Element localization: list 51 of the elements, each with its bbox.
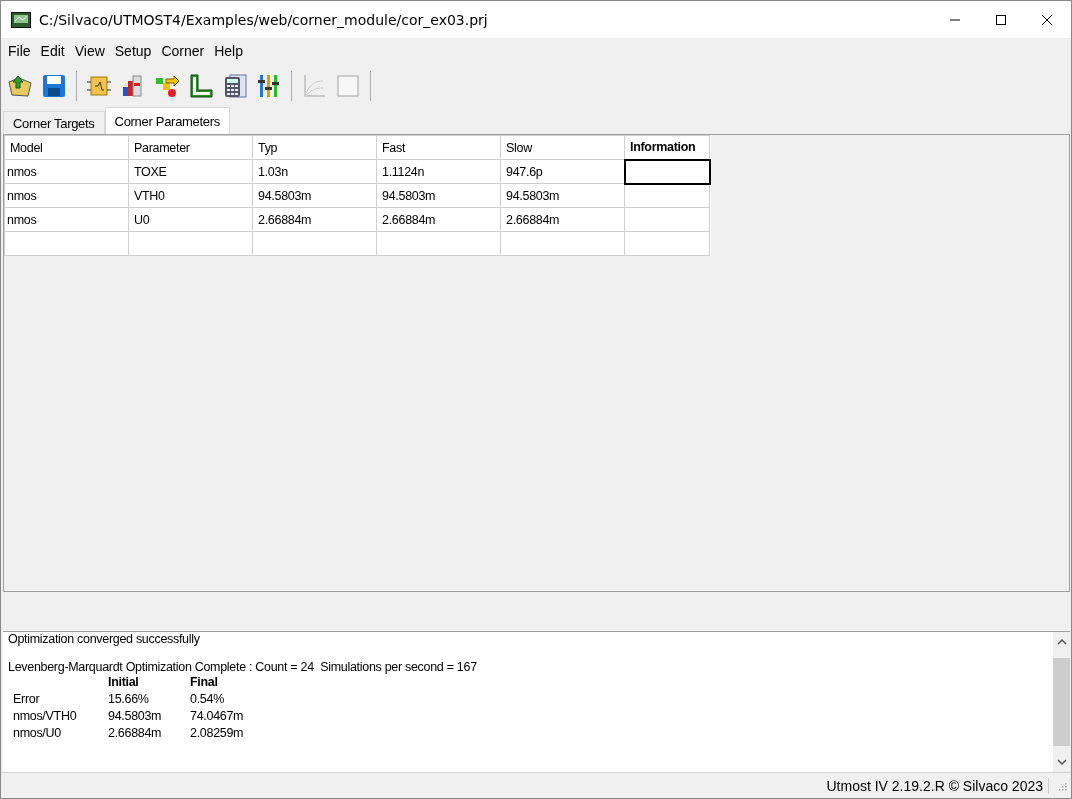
- table-cell: 1.03n: [252, 159, 377, 184]
- result-value: 15.66%: [108, 691, 150, 708]
- result-value: Error: [13, 691, 41, 708]
- menu-item[interactable]: Edit: [40, 43, 65, 59]
- scroll-up-icon[interactable]: [1056, 638, 1067, 646]
- table-cell: 94.5803m: [500, 183, 625, 208]
- column-header[interactable]: Slow: [500, 135, 625, 160]
- close-icon[interactable]: [1041, 13, 1053, 26]
- result-header: Initial: [108, 674, 140, 691]
- column-header[interactable]: Fast: [376, 135, 501, 160]
- information-cell[interactable]: [624, 159, 710, 184]
- result-value: 2.66884m: [108, 725, 163, 742]
- tab[interactable]: Corner Targets: [3, 111, 105, 134]
- resize-grip-icon[interactable]: [1057, 781, 1067, 791]
- table-cell: U0: [128, 207, 253, 232]
- status-text: Utmost IV 2.19.2.R © Silvaco 2023: [826, 778, 1049, 794]
- scroll-thumb[interactable]: [1053, 658, 1070, 746]
- result-value: 74.0467m: [190, 708, 245, 725]
- menu-item[interactable]: Help: [214, 43, 243, 59]
- app-icon: [11, 11, 31, 28]
- scroll-down-icon[interactable]: [1056, 758, 1067, 766]
- result-value: 0.54%: [190, 691, 225, 708]
- menu-item[interactable]: Corner: [161, 43, 205, 59]
- vertical-scrollbar[interactable]: [1053, 632, 1070, 772]
- result-value: nmos/U0: [13, 725, 62, 742]
- table-cell: VTH0: [128, 183, 253, 208]
- table-cell: 2.66884m: [252, 207, 377, 232]
- maximize-icon[interactable]: [995, 13, 1007, 26]
- menu-item[interactable]: Setup: [114, 43, 152, 59]
- column-header[interactable]: Model: [4, 135, 129, 160]
- log-line: Levenberg-Marquardt Optimization Complete : Count = 24 Simulations per second = 167: [8, 660, 478, 674]
- table-cell: TOXE: [128, 159, 253, 184]
- table-cell: nmos: [4, 159, 129, 184]
- table-cell: 2.66884m: [500, 207, 625, 232]
- window-title: C:/Silvaco/UTMOST4/Examples/web/corner_module/cor_ex03.prj: [39, 11, 488, 28]
- column-header[interactable]: Typ: [252, 135, 377, 160]
- table-cell: 94.5803m: [252, 183, 377, 208]
- result-value: nmos/VTH0: [13, 708, 78, 725]
- menu-item[interactable]: View: [74, 43, 105, 59]
- column-header[interactable]: Parameter: [128, 135, 253, 160]
- tab[interactable]: Corner Parameters: [104, 107, 230, 134]
- table-cell: nmos: [4, 183, 129, 208]
- result-value: 94.5803m: [108, 708, 163, 725]
- result-header: Final: [190, 674, 219, 691]
- result-value: 2.08259m: [190, 725, 245, 742]
- table-cell: 94.5803m: [376, 183, 501, 208]
- menu-item[interactable]: File: [8, 43, 31, 59]
- table-cell: 2.66884m: [376, 207, 501, 232]
- log-line: Optimization converged successfully: [8, 632, 201, 646]
- table-cell: nmos: [4, 207, 129, 232]
- table-cell: 1.1124n: [376, 159, 501, 184]
